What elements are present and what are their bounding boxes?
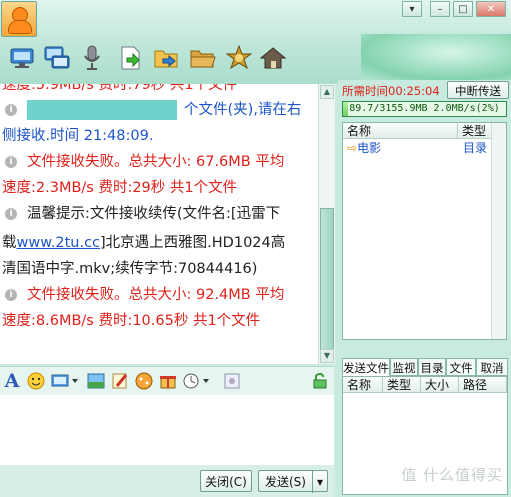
column-header-type[interactable]: 类型	[383, 377, 421, 393]
scroll-thumb[interactable]	[320, 208, 334, 354]
scribble-icon[interactable]	[110, 371, 130, 391]
chat-line: 速度:8.6MB/s 费时:10.65秒 共1个文件	[2, 313, 261, 329]
chat-line: 清国语中字.mkv;续传字节:70844416)	[2, 261, 258, 277]
column-header-size[interactable]: 大小	[421, 377, 459, 393]
chat-line: 速度:2.3MB/s 费时:29秒 共1个文件	[2, 180, 238, 196]
chat-scrollbar[interactable]: ▲ ▼	[318, 84, 335, 364]
magic-expression-icon[interactable]	[134, 371, 154, 391]
chat-history[interactable]: 速度:5.9MB/s 费时:79秒 共1个文件 i 个文件(夹),请在右 侧接收.…	[0, 84, 318, 364]
chat-message: i 个文件(夹),请在右	[2, 97, 301, 123]
font-icon[interactable]: A	[2, 370, 22, 392]
info-icon: i	[5, 156, 17, 168]
user-avatar[interactable]	[1, 1, 37, 37]
info-icon: i	[5, 208, 17, 220]
maximize-button[interactable]: □	[453, 1, 473, 17]
video-call-icon[interactable]	[8, 44, 36, 72]
tab-file[interactable]: 文件	[446, 358, 476, 376]
chat-message: i 温馨提示:文件接收续传(文件名:[迅雷下	[2, 201, 280, 227]
close-window-button[interactable]: ✕	[476, 1, 506, 17]
send-button[interactable]: 发送(S) ▾	[258, 470, 328, 493]
watermark: 值 什么值得买	[401, 466, 503, 484]
lock-icon[interactable]	[310, 371, 330, 391]
emoji-icon[interactable]	[26, 371, 46, 391]
tab-cancel[interactable]: 取消	[476, 358, 508, 376]
shake-icon[interactable]	[182, 371, 212, 391]
progress-text: 89.7/3155.9MB 2.0MB/s(2%)	[349, 103, 500, 114]
send-file-icon[interactable]	[117, 44, 145, 72]
award-icon[interactable]	[225, 44, 253, 72]
message-input[interactable]	[0, 395, 334, 465]
screenshot-icon[interactable]	[50, 371, 80, 391]
scroll-up-icon[interactable]: ▲	[320, 85, 334, 99]
close-button[interactable]: 关闭(C)	[200, 470, 252, 492]
list-item[interactable]: ⇨电影	[347, 140, 381, 156]
column-header-name[interactable]: 名称	[343, 123, 458, 139]
elapsed-time: 所需时间00:25:04	[342, 84, 440, 98]
info-icon: i	[5, 104, 17, 116]
chat-message: i 文件接收失败。总共大小: 92.4MB 平均	[2, 282, 284, 308]
file-list-scrollbar[interactable]	[491, 123, 506, 339]
receive-file-list[interactable]: 名称 类型 ⇨电影 目录	[342, 122, 507, 340]
info-icon: i	[5, 289, 17, 301]
tab-directory[interactable]: 目录	[418, 358, 446, 376]
button-bar: 关闭(C) 发送(S) ▾	[0, 465, 334, 497]
tab-monitor[interactable]: 监视	[390, 358, 418, 376]
column-header-path[interactable]: 路径	[459, 377, 507, 393]
send-options-dropdown[interactable]: ▾	[312, 471, 327, 493]
arrow-right-icon: ⇨	[347, 141, 358, 155]
chat-message: i 文件接收失败。总共大小: 67.6MB 平均	[2, 149, 284, 175]
chat-line: 侧接收.时间 21:48:09.	[2, 128, 154, 144]
settings-icon[interactable]	[222, 371, 242, 391]
send-tabs: 发送文件 监视 目录 文件 取消	[342, 358, 508, 376]
folder-transfer-icon[interactable]	[153, 44, 181, 72]
home-icon[interactable]	[259, 44, 287, 72]
chat-line: 载www.2tu.cc]北京遇上西雅图.HD1024高	[2, 235, 286, 251]
window-menu-button[interactable]: ▾	[402, 1, 422, 17]
redacted-text	[27, 100, 177, 120]
interrupt-transfer-button[interactable]: 中断传送	[447, 81, 509, 99]
format-toolbar: A	[0, 366, 334, 396]
transfer-progress-bar: 89.7/3155.9MB 2.0MB/s(2%)	[342, 101, 507, 117]
scroll-down-icon[interactable]: ▼	[320, 349, 334, 363]
voice-icon[interactable]	[78, 44, 106, 72]
minimize-button[interactable]: –	[430, 1, 450, 17]
list-item-type: 目录	[463, 141, 488, 155]
tab-send-file[interactable]: 发送文件	[342, 358, 390, 376]
column-header-name[interactable]: 名称	[343, 377, 383, 393]
chat-line: 速度:5.9MB/s 费时:79秒 共1个文件	[2, 84, 238, 93]
folder-icon[interactable]	[189, 44, 217, 72]
column-header-type[interactable]: 类型	[458, 123, 493, 139]
remote-assist-icon[interactable]	[43, 44, 71, 72]
gift-icon[interactable]	[158, 371, 178, 391]
chat-link[interactable]: www.2tu.cc	[17, 235, 101, 251]
decorative-banner	[361, 34, 511, 80]
image-icon[interactable]	[86, 371, 106, 391]
